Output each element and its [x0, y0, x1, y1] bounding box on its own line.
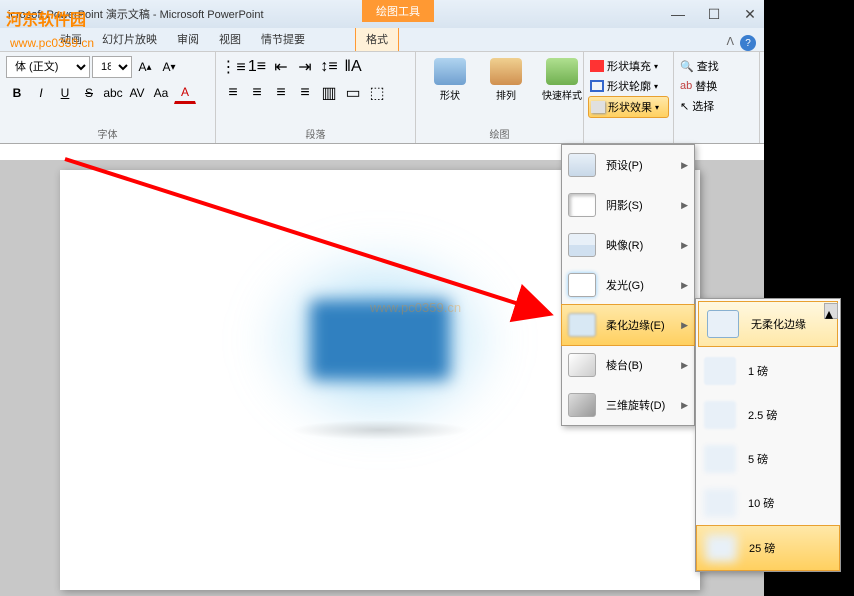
drawing-group: 形状 排列 快速样式 绘图 — [416, 52, 584, 143]
strikethrough-button[interactable]: S — [78, 82, 100, 104]
effect-bevel[interactable]: 棱台(B)▶ — [562, 345, 694, 385]
soft-edges-submenu: ▴ 无柔化边缘 1 磅 2.5 磅 5 磅 10 磅 25 磅 — [695, 298, 841, 572]
preset-icon — [568, 153, 596, 177]
soft-none-icon — [707, 310, 739, 338]
close-button[interactable]: ✕ — [740, 4, 760, 24]
tab-slideshow[interactable]: 幻灯片放映 — [92, 27, 167, 51]
spacing-button[interactable]: AV — [126, 82, 148, 104]
replace-button[interactable]: ab 替换 — [678, 76, 755, 96]
find-button[interactable]: 🔍 查找 — [678, 56, 755, 76]
center-watermark: www.pc0359.cn — [370, 300, 461, 315]
text-direction-button[interactable]: ‖A — [342, 56, 364, 78]
smartart-button[interactable]: ⬚ — [366, 82, 388, 104]
drawing-group-label: 绘图 — [490, 126, 510, 141]
titlebar: icrosoft PowerPoint 演示文稿 - Microsoft Pow… — [0, 0, 764, 28]
tab-animation[interactable]: 动画 — [50, 27, 92, 51]
effects-icon — [591, 101, 605, 113]
justify-button[interactable]: ≡ — [294, 82, 316, 104]
soft-edge-2-5pt[interactable]: 2.5 磅 — [696, 393, 840, 437]
effect-glow[interactable]: 发光(G)▶ — [562, 265, 694, 305]
line-spacing-button[interactable]: ↕≡ — [318, 56, 340, 78]
soft-1pt-icon — [704, 357, 736, 385]
columns-button[interactable]: ▥ — [318, 82, 340, 104]
shadow-button[interactable]: abc — [102, 82, 124, 104]
effect-3d-rotation[interactable]: 三维旋转(D)▶ — [562, 385, 694, 425]
arrange-button[interactable]: 排列 — [484, 58, 528, 102]
effect-shadow[interactable]: 阴影(S)▶ — [562, 185, 694, 225]
shape-effects-button[interactable]: 形状效果▾ — [588, 96, 669, 118]
font-group-label: 字体 — [98, 126, 118, 141]
window-title: icrosoft PowerPoint 演示文稿 - Microsoft Pow… — [4, 6, 668, 22]
glow-icon — [568, 273, 596, 297]
paragraph-group: ⋮≡ 1≡ ⇤ ⇥ ↕≡ ‖A ≡ ≡ ≡ ≡ ▥ ▭ ⬚ 段落 — [216, 52, 416, 143]
tab-format[interactable]: 格式 — [355, 26, 399, 51]
soft-2-5pt-icon — [704, 401, 736, 429]
replace-icon: ab — [680, 80, 692, 92]
shapes-icon — [434, 58, 466, 85]
quick-style-button[interactable]: 快速样式 — [540, 58, 584, 102]
font-group: 体 (正文) 18 A▴ A▾ B I U S abc AV Aa A 字体 — [0, 52, 216, 143]
shape-style-group: 形状填充▾ 形状轮廓▾ 形状效果▾ — [584, 52, 674, 143]
effect-preset[interactable]: 预设(P)▶ — [562, 145, 694, 185]
underline-button[interactable]: U — [54, 82, 76, 104]
soft-25pt-icon — [705, 534, 737, 562]
align-center-button[interactable]: ≡ — [246, 82, 268, 104]
scrollbar-up[interactable]: ▴ — [824, 303, 838, 319]
drawing-tools-tab-group: 绘图工具 — [362, 0, 434, 22]
shape-outline-button[interactable]: 形状轮廓▾ — [588, 76, 669, 96]
soft-10pt-icon — [704, 489, 736, 517]
tab-review[interactable]: 审阅 — [167, 27, 209, 51]
soft-edge-25pt[interactable]: 25 磅 — [696, 525, 840, 571]
shape-fill-button[interactable]: 形状填充▾ — [588, 56, 669, 76]
indent-decrease-button[interactable]: ⇤ — [270, 56, 292, 78]
effect-soft-edges[interactable]: 柔化边缘(E)▶ — [561, 304, 695, 346]
align-left-button[interactable]: ≡ — [222, 82, 244, 104]
font-size-select[interactable]: 18 — [92, 56, 132, 78]
numbering-button[interactable]: 1≡ — [246, 56, 268, 78]
select-button[interactable]: ↖ 选择 — [678, 96, 755, 116]
shadow-icon — [568, 193, 596, 217]
tab-view[interactable]: 视图 — [209, 27, 251, 51]
maximize-button[interactable]: ☐ — [704, 4, 724, 24]
ribbon-tabs: 动画 幻灯片放映 审阅 视图 情节提要 格式 ᐱ ? — [0, 28, 764, 52]
soft-edge-1pt[interactable]: 1 磅 — [696, 349, 840, 393]
soft-5pt-icon — [704, 445, 736, 473]
italic-button[interactable]: I — [30, 82, 52, 104]
fill-icon — [590, 60, 604, 72]
soft-edges-icon — [568, 313, 596, 337]
select-icon: ↖ — [680, 100, 689, 113]
bevel-icon — [568, 353, 596, 377]
effect-reflection[interactable]: 映像(R)▶ — [562, 225, 694, 265]
paragraph-group-label: 段落 — [306, 126, 326, 141]
quick-style-icon — [546, 58, 578, 85]
soft-edge-5pt[interactable]: 5 磅 — [696, 437, 840, 481]
rotation-3d-icon — [568, 393, 596, 417]
font-color-button[interactable]: A — [174, 82, 196, 104]
shape-effects-menu: 预设(P)▶ 阴影(S)▶ 映像(R)▶ 发光(G)▶ 柔化边缘(E)▶ 棱台(… — [561, 144, 695, 426]
bullets-button[interactable]: ⋮≡ — [222, 56, 244, 78]
align-right-button[interactable]: ≡ — [270, 82, 292, 104]
find-icon: 🔍 — [680, 60, 694, 73]
soft-edge-none[interactable]: 无柔化边缘 — [698, 301, 838, 347]
outline-icon — [590, 80, 604, 92]
font-family-select[interactable]: 体 (正文) — [6, 56, 90, 78]
bold-button[interactable]: B — [6, 82, 28, 104]
shapes-button[interactable]: 形状 — [428, 58, 472, 102]
reflection-icon — [568, 233, 596, 257]
minimize-button[interactable]: — — [668, 4, 688, 24]
case-button[interactable]: Aa — [150, 82, 172, 104]
editing-group: 🔍 查找 ab 替换 ↖ 选择 — [674, 52, 760, 143]
shape-preview[interactable] — [280, 270, 480, 410]
collapse-ribbon-icon[interactable]: ᐱ — [726, 35, 734, 51]
help-icon[interactable]: ? — [740, 35, 756, 51]
tab-story[interactable]: 情节提要 — [251, 27, 315, 51]
indent-increase-button[interactable]: ⇥ — [294, 56, 316, 78]
ribbon: 体 (正文) 18 A▴ A▾ B I U S abc AV Aa A 字体 ⋮… — [0, 52, 764, 144]
align-text-button[interactable]: ▭ — [342, 82, 364, 104]
arrange-icon — [490, 58, 522, 85]
decrease-font-icon[interactable]: A▾ — [158, 56, 180, 78]
soft-edge-10pt[interactable]: 10 磅 — [696, 481, 840, 525]
increase-font-icon[interactable]: A▴ — [134, 56, 156, 78]
